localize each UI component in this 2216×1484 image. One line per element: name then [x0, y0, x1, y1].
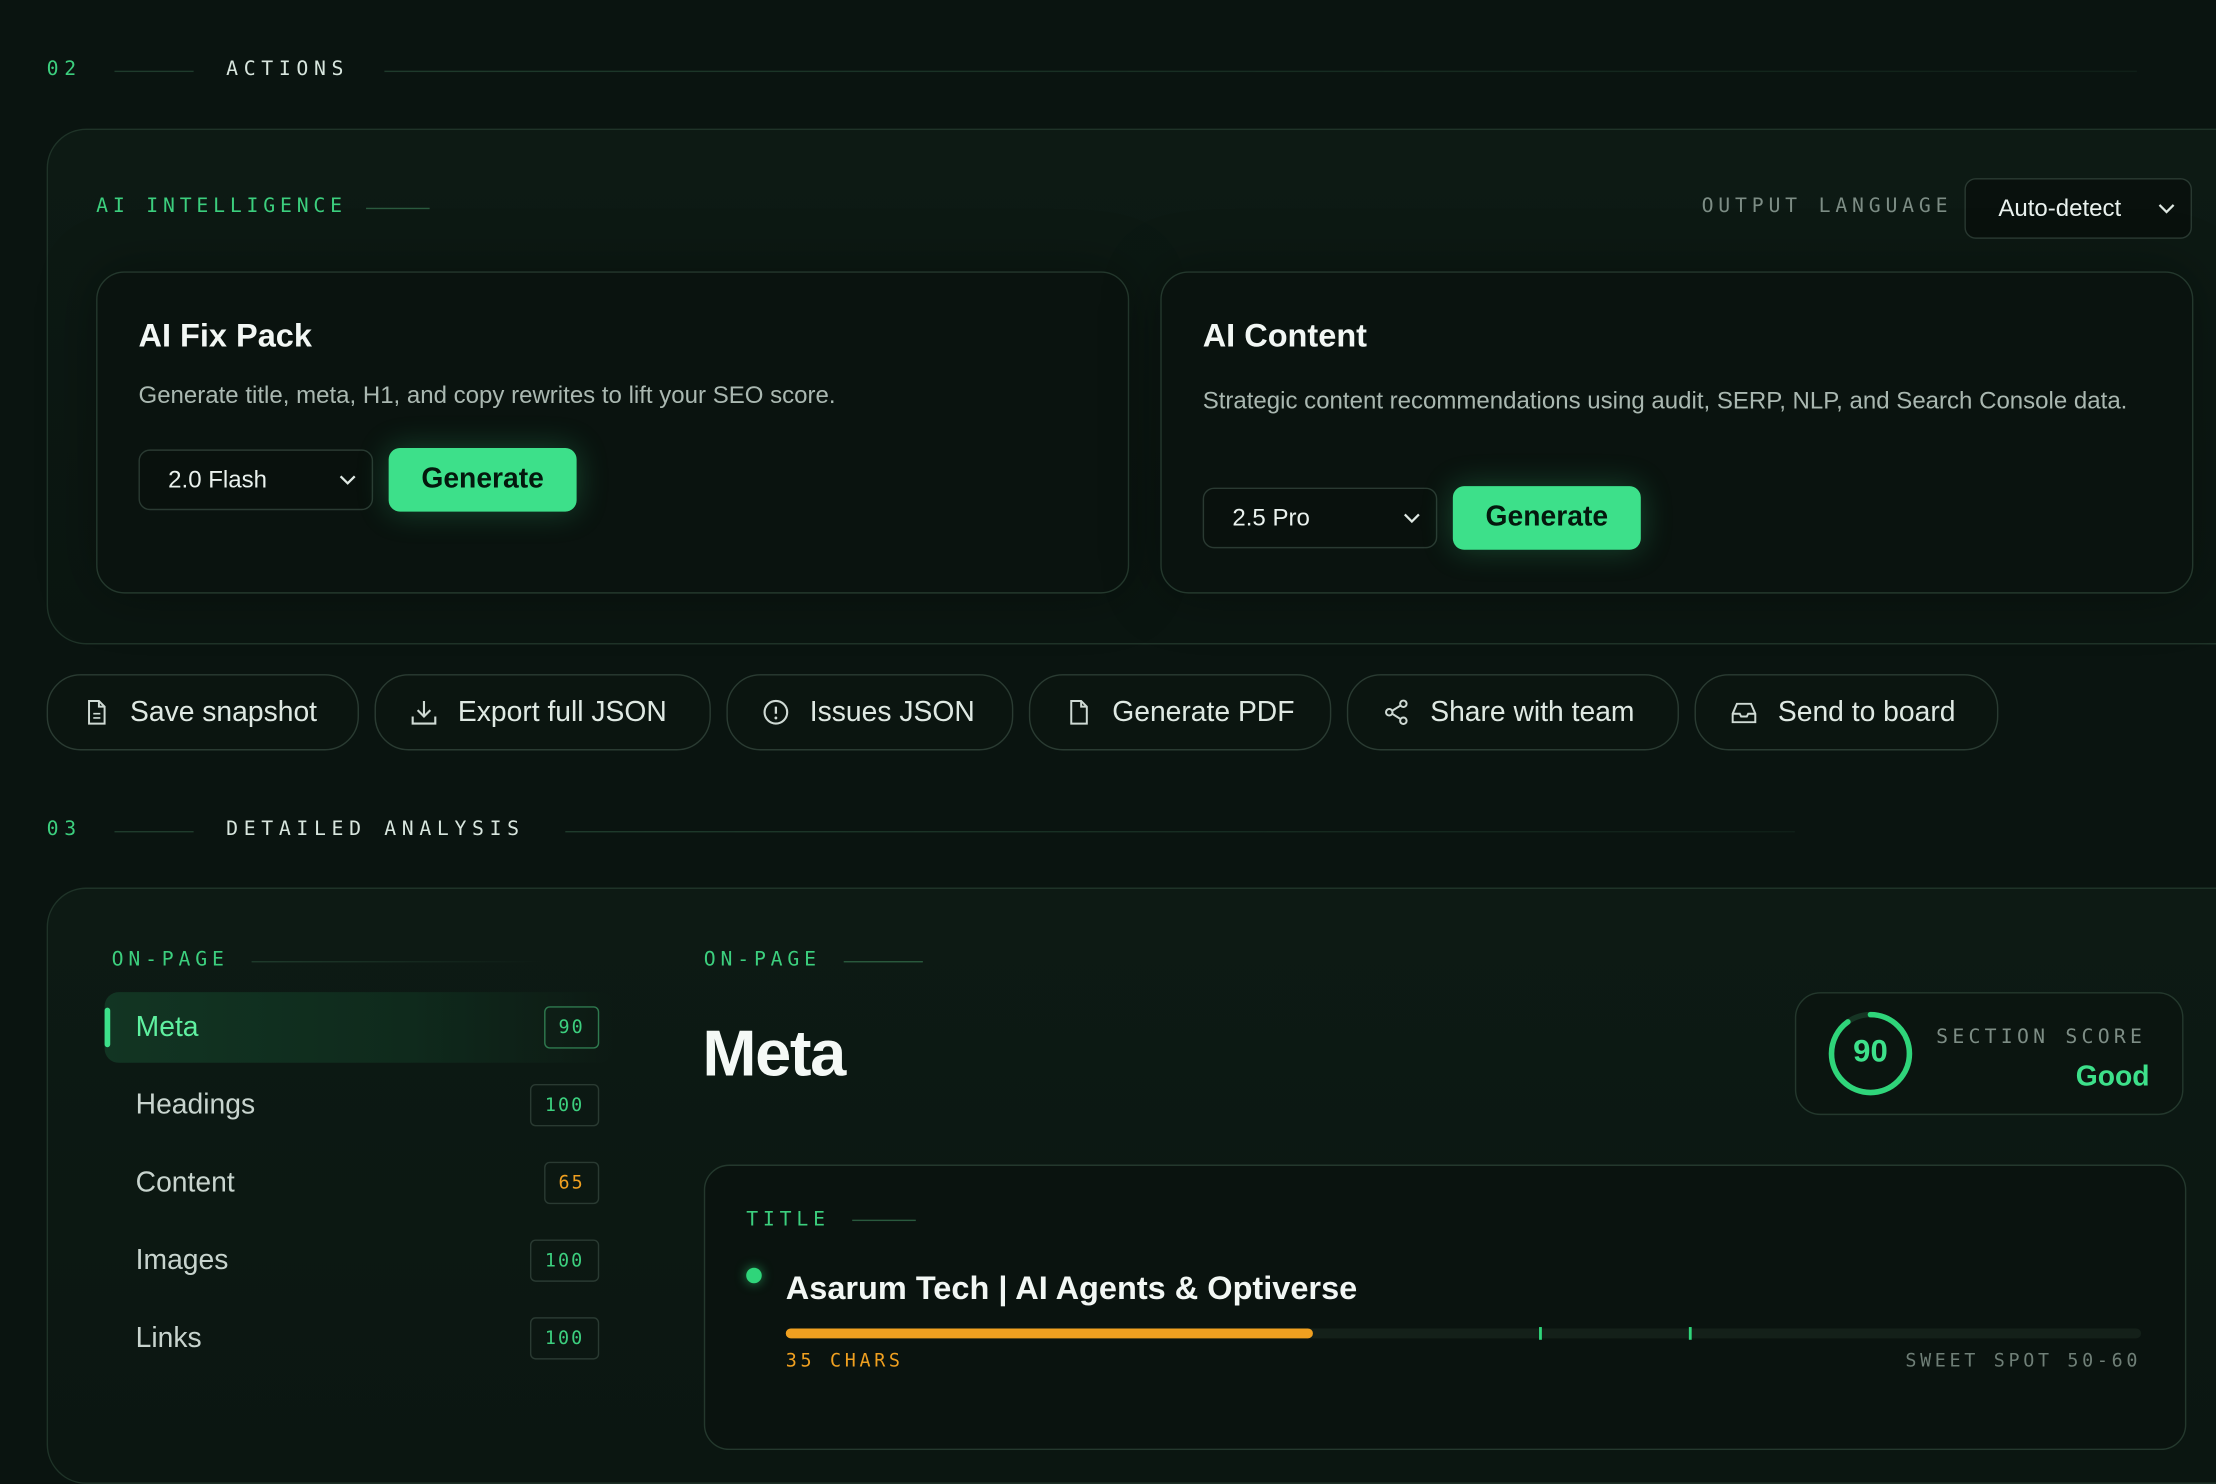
sweet-spot-min-marker [1538, 1327, 1542, 1340]
sidebar-eyebrow: ON-PAGE [111, 948, 229, 971]
ai-content-generate-button[interactable]: Generate [1452, 486, 1641, 550]
title-length-fill [785, 1328, 1313, 1339]
ai-fix-pack-model-value: 2.0 Flash [168, 465, 268, 493]
export-full-json-button[interactable]: Export full JSON [374, 674, 711, 751]
score-rating: Good [2075, 1061, 2150, 1093]
sweet-spot-max-marker [1689, 1327, 1693, 1340]
title-length-track [785, 1327, 2142, 1340]
inbox-icon [1731, 702, 1757, 724]
eyebrow-divider [366, 207, 430, 210]
section-title: ACTIONS [226, 57, 350, 81]
detail-eyebrow-divider [843, 961, 923, 963]
section-score-label: SECTION SCORE [1936, 1026, 2147, 1049]
status-dot [746, 1267, 762, 1284]
active-indicator [104, 1007, 111, 1048]
ai-content-model-select[interactable]: 2.5 Pro [1202, 487, 1438, 549]
ai-intelligence-eyebrow: AI INTELLIGENCE [96, 195, 347, 218]
chevron-down-icon [2158, 203, 2175, 213]
send-to-board-label: Send to board [1777, 696, 1956, 728]
section-divider [114, 70, 194, 73]
sidebar-item-meta[interactable]: Meta 90 [104, 992, 614, 1063]
output-language-select[interactable]: Auto-detect [1964, 178, 2192, 239]
score-badge: 65 [544, 1161, 600, 1205]
file-icon [1070, 699, 1088, 725]
save-snapshot-button[interactable]: Save snapshot [46, 674, 359, 751]
ai-content-title: AI Content [1202, 316, 1368, 354]
title-char-count: 35 CHARS [785, 1351, 904, 1373]
generate-pdf-button[interactable]: Generate PDF [1028, 674, 1332, 751]
score-badge: 90 [544, 1006, 600, 1049]
sweet-spot-label: SWEET SPOT 50-60 [1905, 1351, 2142, 1373]
score-badge: 100 [529, 1239, 600, 1282]
ai-fix-pack-description: Generate title, meta, H1, and copy rewri… [138, 381, 836, 409]
score-badge: 100 [529, 1083, 600, 1127]
output-language-value: Auto-detect [1998, 194, 2122, 222]
ai-fix-pack-generate-button[interactable]: Generate [388, 448, 577, 512]
issues-json-label: Issues JSON [809, 696, 975, 728]
title-eyebrow-divider [852, 1219, 916, 1222]
generate-pdf-label: Generate PDF [1112, 696, 1295, 728]
title-eyebrow: TITLE [746, 1208, 830, 1231]
share-with-team-button[interactable]: Share with team [1346, 674, 1679, 751]
section-divider [114, 831, 194, 833]
section-number: 03 [46, 818, 82, 841]
sidebar-item-label: Headings [135, 1088, 256, 1121]
alert-circle-icon [763, 699, 789, 725]
sidebar-item-label: Content [135, 1166, 235, 1198]
send-to-board-button[interactable]: Send to board [1694, 674, 1999, 751]
detail-eyebrow: ON-PAGE [703, 948, 821, 971]
sidebar-item-images[interactable]: Images 100 [105, 1225, 614, 1296]
section-title: DETAILED ANALYSIS [226, 818, 525, 841]
page-title-value: Asarum Tech | AI Agents & Optiverse [785, 1269, 1358, 1306]
save-snapshot-label: Save snapshot [130, 696, 318, 728]
document-icon [88, 699, 106, 725]
ai-fix-pack-title: AI Fix Pack [138, 316, 312, 354]
sidebar-item-label: Meta [135, 1011, 199, 1043]
sidebar-item-content[interactable]: Content 65 [105, 1148, 614, 1219]
ai-fix-pack-model-select[interactable]: 2.0 Flash [138, 449, 374, 511]
sidebar-item-label: Images [135, 1244, 229, 1276]
sidebar-eyebrow-divider [251, 961, 549, 963]
share-with-team-label: Share with team [1430, 696, 1635, 728]
sidebar-item-label: Links [135, 1322, 202, 1354]
chevron-down-icon [339, 474, 356, 485]
score-badge: 100 [529, 1317, 600, 1360]
chevron-down-icon [1403, 512, 1420, 523]
sidebar-item-headings[interactable]: Headings 100 [105, 1070, 614, 1141]
download-icon [411, 700, 437, 725]
score-value: 90 [1853, 1033, 1888, 1069]
issues-json-button[interactable]: Issues JSON [726, 674, 1014, 751]
sidebar-item-links[interactable]: Links 100 [105, 1303, 614, 1374]
section-divider [565, 831, 1795, 833]
ai-content-model-value: 2.5 Pro [1232, 503, 1310, 531]
export-full-json-label: Export full JSON [457, 696, 667, 728]
page-title: Meta [702, 1016, 846, 1090]
section-number: 02 [46, 57, 82, 81]
output-language-label: OUTPUT LANGUAGE [1701, 195, 1953, 218]
share-icon [1385, 699, 1408, 726]
section-divider [384, 70, 2137, 73]
ai-content-description: Strategic content recommendations using … [1202, 387, 2128, 415]
